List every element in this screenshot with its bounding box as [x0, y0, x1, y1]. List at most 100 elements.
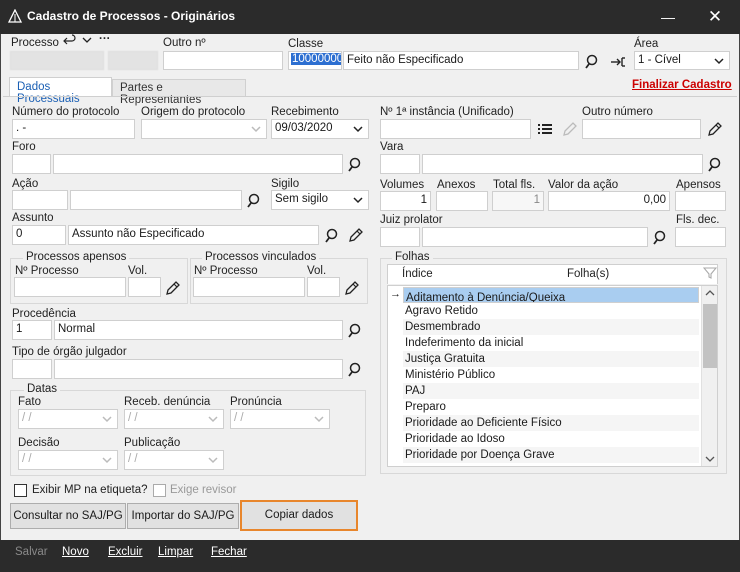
area-select[interactable]: 1 - Cível [634, 51, 730, 70]
folhas-list-item[interactable]: Prioridade ao Idoso [403, 431, 699, 447]
apensos-vol-field[interactable] [128, 277, 161, 297]
processo-field-2[interactable] [108, 51, 158, 70]
receb-denuncia-date-field[interactable]: / / [124, 409, 224, 429]
outro-n-field[interactable] [163, 51, 283, 70]
juiz-desc-field[interactable] [422, 227, 648, 247]
acao-code-field[interactable] [12, 190, 68, 210]
folhas-list-item[interactable]: Prioridade ao Deficiente Físico [403, 415, 699, 431]
search-icon[interactable] [652, 229, 670, 247]
vara-code-field[interactable] [380, 154, 420, 174]
n1-instancia-field[interactable] [380, 119, 531, 139]
numero-protocolo-field[interactable]: . - [12, 119, 135, 139]
undo-icon[interactable] [63, 33, 77, 47]
close-button[interactable]: ✕ [705, 7, 725, 27]
folhas-list-item[interactable]: Desmembrado [403, 319, 699, 335]
procedencia-desc-field[interactable]: Normal [54, 320, 343, 340]
insert-icon[interactable] [609, 53, 627, 71]
publicacao-label: Publicação [124, 437, 181, 449]
tab-dados-processuais[interactable]: Dados Processuais [9, 77, 112, 105]
procedencia-label: Procedência [12, 308, 76, 320]
folhas-list-item[interactable]: PAJ [403, 383, 699, 399]
search-icon[interactable] [246, 192, 264, 210]
folhas-list-item[interactable]: Indeferimento da inicial [403, 335, 699, 351]
search-icon[interactable] [707, 156, 725, 174]
acao-label: Ação [12, 178, 39, 190]
classe-label: Classe [288, 38, 324, 50]
novo-button[interactable]: Novo [62, 546, 89, 558]
exibir-mp-checkbox[interactable] [14, 484, 27, 497]
col-indice-header[interactable]: Índice [402, 268, 433, 280]
chevron-down-icon [208, 457, 218, 464]
importar-saj-button[interactable]: Importar do SAJ/PG [127, 503, 239, 529]
scroll-down-icon[interactable] [705, 455, 715, 463]
copiar-dados-button[interactable]: Copiar dados [240, 500, 358, 531]
pronuncia-date-field[interactable]: / / [230, 409, 330, 429]
n1-instancia-label: Nº 1ª instância (Unificado) [380, 106, 514, 118]
outro-numero-field[interactable] [582, 119, 701, 139]
consultar-saj-button[interactable]: Consultar no SAJ/PG [10, 503, 126, 529]
assunto-code-field[interactable]: 0 [12, 225, 66, 245]
fls-dec-field[interactable] [675, 227, 726, 247]
scroll-thumb[interactable] [703, 304, 717, 368]
foro-desc-field[interactable] [53, 154, 343, 174]
tipo-orgao-code-field[interactable] [12, 359, 52, 379]
search-icon[interactable] [584, 53, 602, 71]
folhas-list-item[interactable]: Agravo Retido [403, 303, 699, 319]
procedencia-code-field[interactable]: 1 [12, 320, 52, 340]
search-icon[interactable] [324, 227, 342, 245]
vara-desc-field[interactable] [422, 154, 703, 174]
more-icon[interactable]: ··· [99, 33, 111, 45]
foro-code-field[interactable] [12, 154, 51, 174]
vinculados-nprocesso-field[interactable] [193, 277, 305, 297]
apensos-right-field[interactable] [675, 191, 726, 211]
apensos-nprocesso-field[interactable] [14, 277, 126, 297]
search-icon[interactable] [347, 322, 365, 340]
acao-desc-field[interactable] [70, 190, 242, 210]
filter-icon[interactable] [703, 266, 717, 280]
tab-partes[interactable]: Partes e Representantes [112, 79, 246, 106]
classe-desc-field[interactable]: Feito não Especificado [343, 51, 579, 70]
juiz-code-field[interactable] [380, 227, 420, 247]
minimize-button[interactable]: — [658, 7, 678, 27]
edit-pencil-icon[interactable] [347, 226, 365, 244]
anexos-field[interactable] [436, 191, 488, 211]
salvar-button[interactable]: Salvar [15, 546, 48, 558]
sigilo-select[interactable]: Sem sigilo [271, 190, 369, 210]
search-icon[interactable] [347, 156, 365, 174]
fato-label: Fato [18, 396, 42, 408]
folhas-scrollbar[interactable] [701, 286, 717, 466]
list-icon[interactable] [536, 120, 554, 138]
exige-revisor-label: Exige revisor [170, 484, 237, 496]
search-icon[interactable] [347, 361, 365, 379]
scroll-up-icon[interactable] [705, 289, 715, 297]
limpar-button[interactable]: Limpar [158, 546, 193, 558]
publicacao-date-field[interactable]: / / [124, 450, 224, 470]
decisao-date-field[interactable]: / / [18, 450, 118, 470]
valor-acao-field[interactable]: 0,00 [548, 191, 670, 211]
fechar-button[interactable]: Fechar [211, 546, 247, 558]
processo-field[interactable] [10, 51, 104, 70]
chevron-down-icon[interactable] [81, 35, 93, 45]
exige-revisor-checkbox[interactable] [153, 484, 166, 497]
col-folhas-header[interactable]: Folha(s) [567, 268, 609, 280]
volumes-field[interactable]: 1 [380, 191, 431, 211]
tipo-orgao-desc-field[interactable] [54, 359, 343, 379]
edit-pencil-icon[interactable] [164, 279, 182, 297]
origem-select[interactable] [141, 119, 267, 139]
finalizar-cadastro-link[interactable]: Finalizar Cadastro [632, 79, 732, 91]
edit-pencil-icon[interactable] [343, 279, 361, 297]
edit-pencil-icon[interactable] [706, 120, 724, 138]
assunto-desc-field[interactable]: Assunto não Especificado [68, 225, 319, 245]
folhas-list-item[interactable]: Aditamento à Denúncia/Queixa [403, 287, 699, 303]
classe-code-field[interactable]: 10000000 [288, 51, 342, 70]
folhas-list[interactable]: → Aditamento à Denúncia/Queixa Agravo Ret… [387, 285, 718, 467]
vinculados-vol-field[interactable] [307, 277, 340, 297]
folhas-list-item[interactable]: Ministério Público [403, 367, 699, 383]
edit-pencil-icon[interactable] [561, 120, 579, 138]
folhas-list-item[interactable]: Prioridade por Doença Grave [403, 447, 699, 463]
recebimento-field[interactable]: 09/03/2020 [271, 119, 369, 139]
excluir-button[interactable]: Excluir [108, 546, 143, 558]
folhas-list-item[interactable]: Justiça Gratuita [403, 351, 699, 367]
folhas-list-item[interactable]: Preparo [403, 399, 699, 415]
fato-date-field[interactable]: / / [18, 409, 118, 429]
